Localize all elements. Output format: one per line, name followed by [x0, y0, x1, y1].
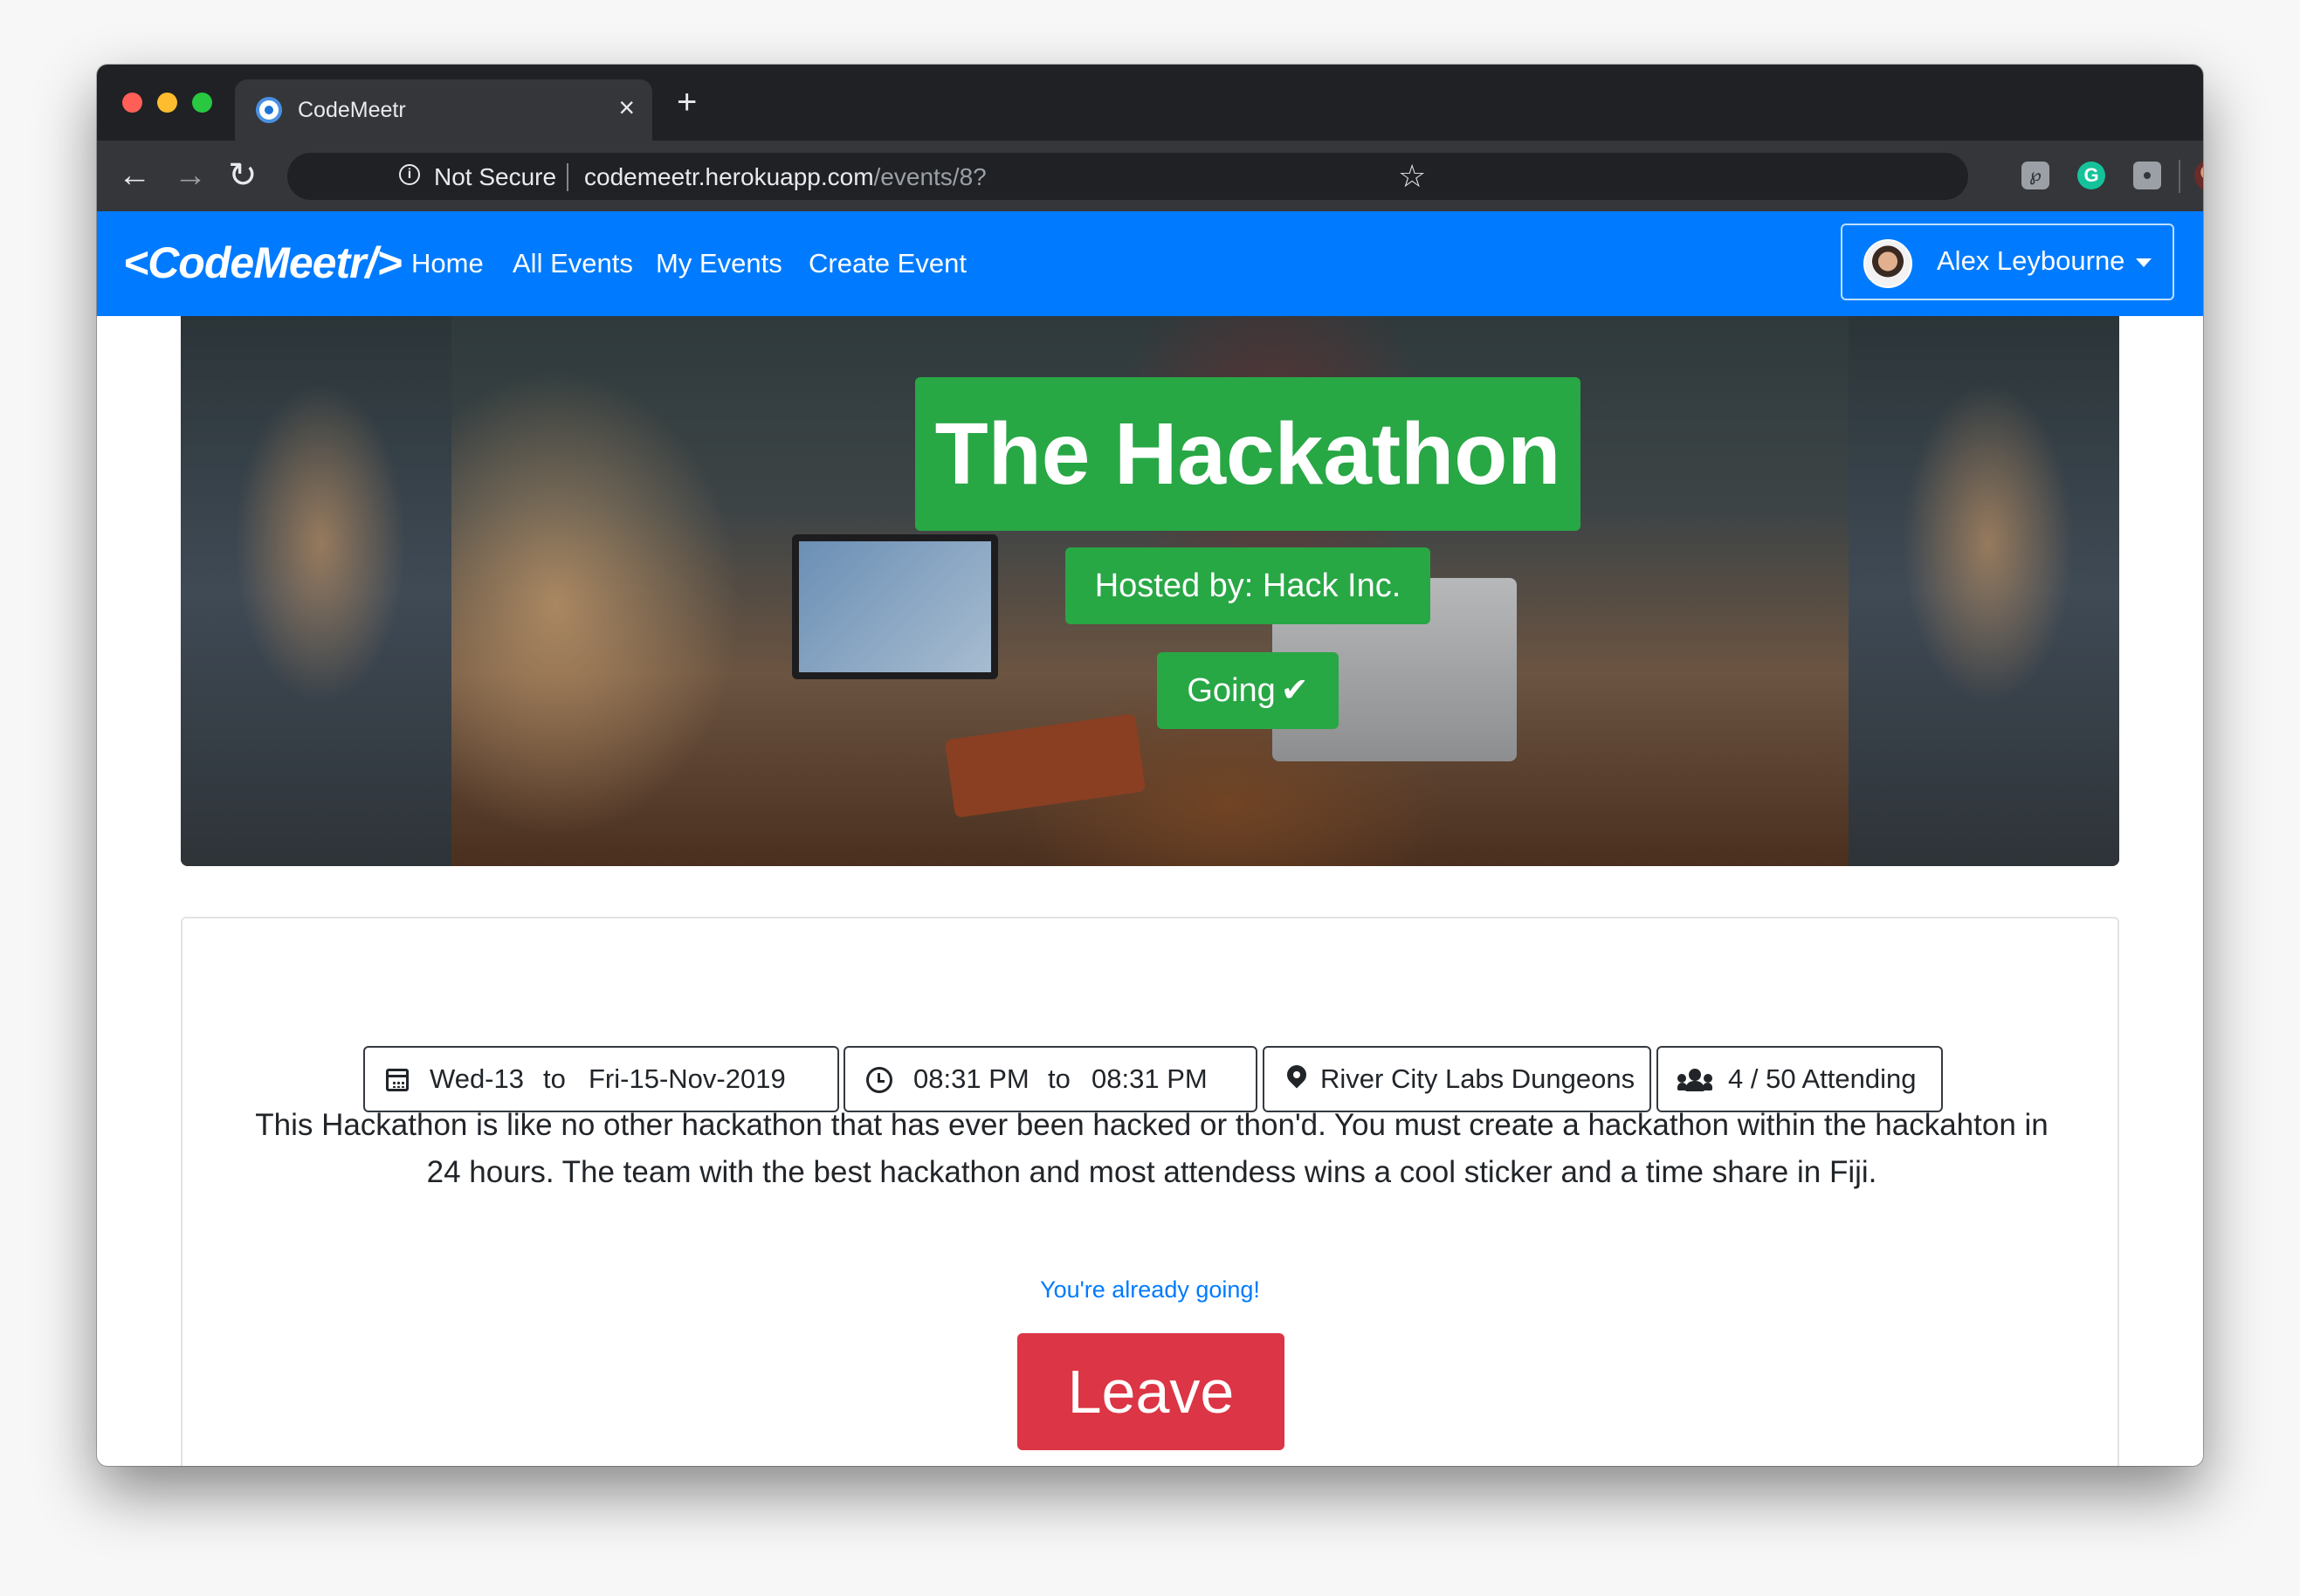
nav-link-create-event[interactable]: Create Event [809, 248, 967, 279]
url-text[interactable]: codemeetr.herokuapp.com/events/8? [584, 163, 987, 191]
tab-title: CodeMeetr [298, 98, 406, 122]
hero-photo-edge-right [1849, 316, 2119, 866]
map-pin-icon [1283, 1061, 1311, 1089]
going-status-badge: Going ✔ [1157, 652, 1339, 729]
hero-notebook-shape [944, 713, 1147, 818]
new-tab-button[interactable]: + [677, 85, 697, 120]
nav-link-all-events[interactable]: All Events [513, 248, 633, 279]
forward-icon[interactable]: → [174, 156, 207, 195]
tab-close-icon[interactable]: × [618, 93, 635, 121]
url-path: /events/8? [873, 163, 987, 190]
hero-photo-edge-left [181, 316, 451, 866]
event-details-card: Wed-13 to Fri-15-Nov-2019 08:31 PM to 08… [181, 917, 2119, 1466]
security-label[interactable]: Not Secure [434, 163, 556, 191]
camera-icon[interactable] [2133, 162, 2161, 189]
event-host-badge: Hosted by: Hack Inc. [1065, 547, 1430, 624]
grammarly-icon[interactable]: G [2077, 162, 2105, 189]
star-icon[interactable]: ☆ [1398, 158, 1426, 195]
event-title: The Hackathon [915, 377, 1580, 531]
minimize-window-button[interactable] [157, 93, 177, 113]
brand-logo[interactable]: <CodeMeetr/> [123, 237, 403, 288]
check-icon: ✔ [1280, 672, 1309, 709]
extension-icon[interactable]: ℘ [2021, 162, 2049, 189]
already-going-message: You're already going! [1040, 1276, 1260, 1303]
calendar-icon [386, 1069, 409, 1091]
browser-tab[interactable]: CodeMeetr × [235, 79, 652, 141]
toolbar-separator [2179, 160, 2180, 193]
maximize-window-button[interactable] [192, 93, 212, 113]
info-icon[interactable]: i [399, 164, 420, 185]
clock-icon [866, 1067, 892, 1093]
hero-laptop-shape [792, 534, 998, 679]
browser-window: CodeMeetr × + ← → ↻ i Not Secure codemee… [97, 65, 2203, 1466]
event-description: This Hackathon is like no other hackatho… [255, 1108, 2049, 1189]
browser-toolbar: ← → ↻ i Not Secure codemeetr.herokuapp.c… [97, 141, 2203, 211]
profile-avatar-icon[interactable] [2194, 160, 2203, 191]
url-host: codemeetr.herokuapp.com [584, 163, 874, 190]
user-avatar [1863, 239, 1912, 288]
user-menu-button[interactable]: Alex Leybourne [1841, 224, 2174, 300]
tab-bar: CodeMeetr × + [97, 65, 2203, 141]
back-icon[interactable]: ← [118, 156, 151, 195]
address-bar[interactable]: i Not Secure codemeetr.herokuapp.com/eve… [287, 153, 1968, 200]
site-navbar: <CodeMeetr/> Home All Events My Events C… [97, 211, 2203, 316]
users-icon [1677, 1069, 1712, 1091]
favicon-icon [256, 97, 282, 123]
event-hero-image: The Hackathon Hosted by: Hack Inc. Going… [181, 316, 2119, 866]
user-name: Alex Leybourne [1937, 245, 2125, 276]
caret-down-icon [2136, 258, 2152, 267]
close-window-button[interactable] [122, 93, 142, 113]
nav-link-my-events[interactable]: My Events [656, 248, 782, 279]
going-label: Going [1187, 672, 1276, 709]
address-separator [567, 163, 568, 191]
reload-icon[interactable]: ↻ [228, 156, 258, 195]
nav-link-home[interactable]: Home [411, 248, 484, 279]
leave-button[interactable]: Leave [1017, 1333, 1284, 1450]
